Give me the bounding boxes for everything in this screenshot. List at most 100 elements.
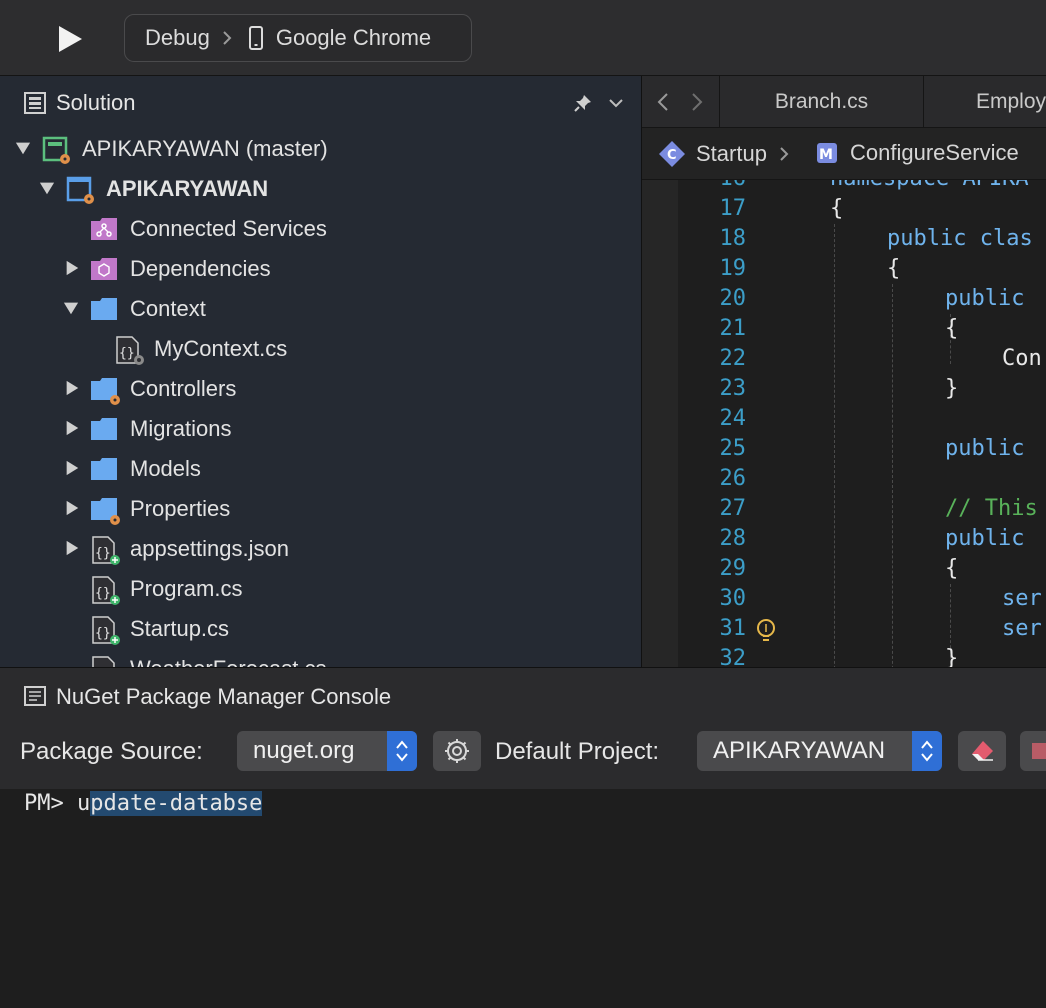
- main-toolbar: Debug Google Chrome: [0, 0, 1046, 76]
- package-source-select[interactable]: nuget.org: [237, 731, 417, 771]
- tab-back-icon[interactable]: [656, 92, 670, 117]
- tree-item-label: appsettings.json: [130, 536, 289, 561]
- tab-label: Branch.cs: [774, 90, 869, 113]
- tree-item-dependencies[interactable]: Dependencies: [0, 248, 641, 288]
- tab-forward-icon[interactable]: [690, 92, 704, 117]
- tree-item-label: Controllers: [130, 376, 237, 401]
- tree-item-label: Models: [130, 456, 201, 481]
- code-line: }: [945, 376, 959, 401]
- collapsed-triangle-icon[interactable]: [64, 420, 80, 436]
- pin-icon[interactable]: [574, 94, 592, 117]
- lightbulb-icon[interactable]: [754, 618, 778, 644]
- tree-item-properties-folder[interactable]: Properties: [0, 488, 641, 528]
- chevron-down-icon[interactable]: [608, 96, 624, 114]
- breadcrumb-class[interactable]: C Startup: [658, 140, 789, 168]
- expand-triangle-icon[interactable]: [63, 300, 79, 316]
- tree-item-appsettings-json[interactable]: {} appsettings.json: [0, 528, 641, 568]
- run-button[interactable]: [56, 24, 84, 54]
- code-line: {: [830, 196, 844, 221]
- tree-item-connected-services[interactable]: Connected Services: [0, 208, 641, 248]
- line-number: 17: [719, 196, 747, 221]
- solution-pad: Solution APIKARYAWAN (master) APIKARYAWA…: [0, 76, 641, 667]
- svg-text:M: M: [819, 147, 833, 163]
- tree-item-label: Properties: [130, 496, 231, 521]
- tree-item-project[interactable]: APIKARYAWAN: [0, 168, 641, 208]
- tree-item-label: Program.cs: [130, 576, 243, 601]
- svg-text:{}: {}: [95, 626, 111, 641]
- collapsed-triangle-icon[interactable]: [64, 380, 80, 396]
- svg-text:{}: {}: [95, 586, 111, 601]
- svg-text:{}: {}: [95, 546, 111, 561]
- line-number: 24: [719, 406, 747, 431]
- console-title: NuGet Package Manager Console: [56, 684, 392, 709]
- console-prompt: PM>: [24, 791, 77, 816]
- tree-item-mycontext-cs[interactable]: {} MyContext.cs: [0, 328, 641, 368]
- clear-console-button[interactable]: [958, 731, 1006, 771]
- tree-item-label: WeatherForecast.cs: [130, 656, 326, 667]
- package-source-value: nuget.org: [253, 737, 355, 764]
- package-settings-button[interactable]: [433, 731, 481, 771]
- code-line: ser: [1002, 586, 1042, 611]
- tree-item-label: Startup.cs: [130, 616, 230, 641]
- expand-triangle-icon[interactable]: [15, 140, 31, 156]
- code-area[interactable]: 16 namespace APIKA 17 { 18 public clas 1…: [642, 180, 1046, 667]
- console-terminal[interactable]: PM> u pdate-databse: [0, 789, 1046, 1008]
- run-configuration-selector[interactable]: Debug Google Chrome: [124, 14, 472, 62]
- code-line: {: [945, 316, 959, 341]
- tree-item-migrations-folder[interactable]: Migrations: [0, 408, 641, 448]
- tree-item-label: Dependencies: [130, 256, 271, 281]
- csharp-file-icon: {}: [92, 576, 120, 605]
- indent-guide: [834, 224, 835, 667]
- tree-item-program-cs[interactable]: {} Program.cs: [0, 568, 641, 608]
- code-line: // This: [945, 496, 1038, 521]
- code-line: namespace APIKA: [830, 180, 1029, 191]
- collapsed-triangle-icon[interactable]: [64, 260, 80, 276]
- line-number: 26: [719, 466, 747, 491]
- json-file-icon: {}: [92, 536, 120, 565]
- tab-label: Employ: [976, 90, 1046, 113]
- dependencies-icon: [91, 258, 117, 280]
- tree-item-context-folder[interactable]: Context: [0, 288, 641, 328]
- stop-button[interactable]: [1020, 731, 1046, 771]
- collapsed-triangle-icon[interactable]: [64, 540, 80, 556]
- breadcrumb-method[interactable]: M ConfigureService: [816, 140, 1019, 166]
- line-number: 25: [719, 436, 747, 461]
- code-line: Con: [1002, 346, 1042, 371]
- line-number: 32: [719, 646, 747, 667]
- tree-item-solution[interactable]: APIKARYAWAN (master): [0, 128, 641, 168]
- connected-services-icon: [91, 218, 117, 240]
- code-editor: Branch.cs Employ C Startup M ConfigureSe…: [641, 76, 1046, 667]
- tree-item-weatherforecast-cs[interactable]: {} WeatherForecast.cs: [0, 648, 641, 667]
- code-line: ser: [1002, 616, 1042, 641]
- play-icon: [59, 26, 82, 52]
- tab-employ[interactable]: Employ: [923, 76, 1046, 128]
- folder-icon: [91, 418, 117, 440]
- console-input-line[interactable]: PM> u pdate-databse: [24, 791, 263, 816]
- collapsed-triangle-icon[interactable]: [64, 460, 80, 476]
- select-stepper-icon: [912, 731, 942, 771]
- tree-item-startup-cs[interactable]: {} Startup.cs: [0, 608, 641, 648]
- line-number: 18: [719, 226, 747, 251]
- tab-branch-cs[interactable]: Branch.cs: [719, 76, 923, 128]
- tree-item-label: Context: [130, 296, 206, 321]
- default-project-select[interactable]: APIKARYAWAN: [697, 731, 942, 771]
- package-source-label: Package Source:: [20, 738, 203, 765]
- select-stepper-icon: [387, 731, 417, 771]
- expand-triangle-icon[interactable]: [39, 180, 55, 196]
- tree-item-label: Connected Services: [130, 216, 327, 241]
- solution-icon: [42, 136, 70, 164]
- target-label: Google Chrome: [275, 25, 432, 50]
- tree-item-label: Migrations: [130, 416, 232, 441]
- console-pad-header: NuGet Package Manager Console: [0, 667, 1046, 719]
- configuration-label: Debug: [145, 25, 210, 50]
- solution-pad-header: Solution: [0, 76, 641, 128]
- code-line: {: [945, 556, 959, 581]
- tree-item-controllers-folder[interactable]: Controllers: [0, 368, 641, 408]
- tree-item-models-folder[interactable]: Models: [0, 448, 641, 488]
- class-icon: C: [659, 141, 685, 167]
- collapsed-triangle-icon[interactable]: [64, 500, 80, 516]
- line-number: 16: [702, 180, 747, 191]
- line-number: 29: [719, 556, 747, 581]
- chevron-right-icon: [780, 147, 789, 161]
- line-number: 27: [719, 496, 747, 521]
